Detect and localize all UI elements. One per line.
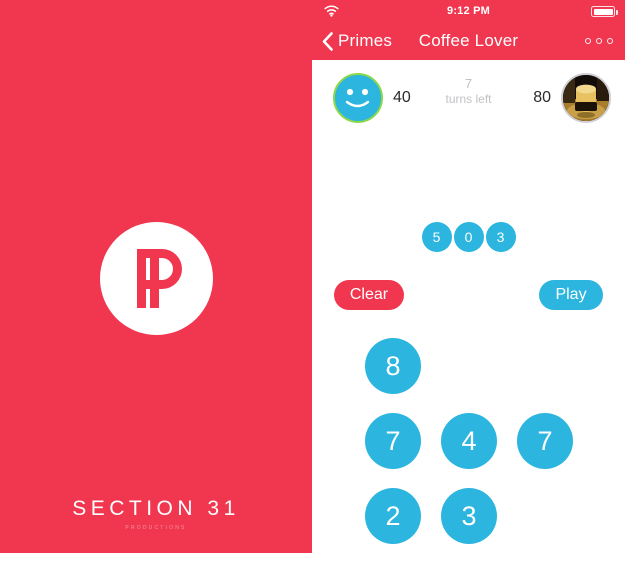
more-dot-2 bbox=[596, 38, 602, 44]
keypad-key[interactable]: 2 bbox=[365, 488, 421, 544]
player-right-score: 80 bbox=[533, 89, 551, 106]
splash-screen: SECTION 31 PRODUCTIONS bbox=[0, 0, 312, 553]
scoreboard: 40 7 turns left 80 bbox=[312, 60, 625, 138]
played-tiles-row: 5 0 3 bbox=[312, 222, 625, 252]
logo-container bbox=[0, 222, 312, 335]
action-buttons: Clear Play bbox=[312, 280, 625, 310]
player-right[interactable]: 80 bbox=[533, 73, 611, 123]
keypad-key[interactable]: 7 bbox=[517, 413, 573, 469]
keypad-row: 8 bbox=[312, 338, 625, 394]
clear-button[interactable]: Clear bbox=[334, 280, 404, 310]
status-bar-time: 9:12 PM bbox=[447, 5, 490, 17]
pp-monogram-svg bbox=[136, 249, 182, 308]
brand-subtitle: PRODUCTIONS bbox=[125, 525, 187, 531]
battery-body bbox=[591, 6, 618, 17]
keypad-key[interactable]: 3 bbox=[441, 488, 497, 544]
keypad-key[interactable]: 8 bbox=[365, 338, 421, 394]
nav-bar: Primes Coffee Lover bbox=[312, 22, 625, 60]
brand-block: SECTION 31 PRODUCTIONS bbox=[0, 497, 312, 531]
coffee-cup-svg bbox=[563, 75, 609, 121]
more-options-icon[interactable] bbox=[585, 22, 613, 60]
played-tile[interactable]: 5 bbox=[421, 222, 452, 252]
battery-fill bbox=[593, 8, 613, 15]
more-dot-3 bbox=[607, 38, 613, 44]
keypad-row: 2 3 bbox=[312, 488, 625, 544]
battery-cap bbox=[615, 10, 618, 15]
screenshot-root: SECTION 31 PRODUCTIONS 9:12 PM Primes Co… bbox=[0, 0, 625, 553]
coffee-cup-avatar-icon[interactable] bbox=[561, 73, 611, 123]
game-screen: 9:12 PM Primes Coffee Lover 40 7 turns l… bbox=[312, 0, 625, 553]
pp-monogram-logo-icon bbox=[99, 222, 213, 335]
play-button[interactable]: Play bbox=[539, 280, 603, 310]
status-bar: 9:12 PM bbox=[312, 0, 625, 22]
keypad: 8 7 4 7 2 3 bbox=[312, 338, 625, 563]
keypad-key[interactable]: 7 bbox=[365, 413, 421, 469]
page-title: Coffee Lover bbox=[418, 31, 519, 50]
played-tile[interactable]: 3 bbox=[485, 222, 516, 252]
keypad-row: 7 4 7 bbox=[312, 413, 625, 469]
keypad-key[interactable]: 4 bbox=[441, 413, 497, 469]
battery-full-icon bbox=[591, 6, 618, 17]
more-dot-1 bbox=[585, 38, 591, 44]
played-tile[interactable]: 0 bbox=[453, 222, 484, 252]
brand-name: SECTION 31 bbox=[72, 497, 240, 520]
